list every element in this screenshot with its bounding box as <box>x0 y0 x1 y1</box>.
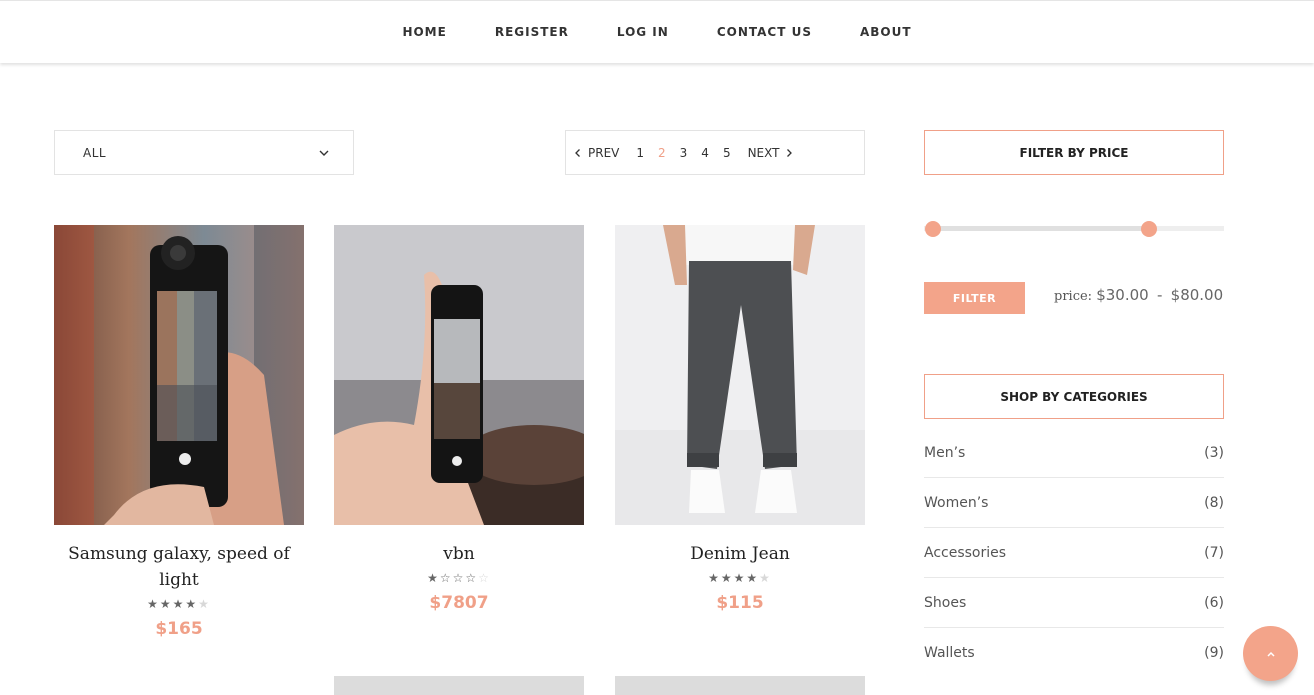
nav-about[interactable]: ABOUT <box>860 25 912 39</box>
chevron-up-icon <box>1266 651 1275 657</box>
price-range-label: price: $30.00 - $80.00 <box>1054 286 1223 304</box>
scroll-to-top-button[interactable] <box>1243 626 1298 681</box>
product-card[interactable]: Denim Jean ★★★★★ $115 <box>615 225 865 613</box>
category-name: Shoes <box>924 594 967 611</box>
product-rating: ★☆☆☆☆ <box>427 571 491 585</box>
product-title[interactable]: Samsung galaxy, speed of light <box>54 541 304 593</box>
pagination-prev-label: PREV <box>588 145 620 160</box>
category-item-womens[interactable]: Women’s (8) <box>924 478 1224 528</box>
nav-register[interactable]: REGISTER <box>495 25 569 39</box>
nav-home[interactable]: HOME <box>402 25 446 39</box>
category-select-value: ALL <box>83 145 107 160</box>
pagination-next-label: NEXT <box>747 145 780 160</box>
slider-selected-range <box>933 226 1149 231</box>
shop-by-categories-heading: SHOP BY CATEGORIES <box>924 374 1224 419</box>
price-prefix: price: <box>1054 289 1093 304</box>
price-min-value: $30.00 <box>1096 286 1149 304</box>
product-price: $115 <box>716 593 764 613</box>
product-image-phone-seaside[interactable] <box>334 225 584 525</box>
pagination-page-4[interactable]: 4 <box>701 146 709 160</box>
product-rating: ★★★★★ <box>147 597 211 611</box>
product-price: $7807 <box>429 593 489 613</box>
pagination-prev[interactable]: PREV <box>574 146 619 160</box>
price-separator: - <box>1156 286 1163 304</box>
category-item-accessories[interactable]: Accessories (7) <box>924 528 1224 578</box>
category-name: Men’s <box>924 444 966 461</box>
category-count: (9) <box>1204 645 1224 661</box>
product-image-placeholder[interactable] <box>334 676 584 695</box>
product-image-placeholder[interactable] <box>615 676 865 695</box>
top-navigation-bar: HOME REGISTER LOG IN CONTACT US ABOUT <box>0 0 1314 63</box>
price-range-slider[interactable] <box>924 221 1224 237</box>
chevron-right-icon <box>787 148 793 157</box>
pagination-next[interactable]: NEXT <box>748 146 794 160</box>
product-title[interactable]: Denim Jean <box>615 541 865 567</box>
category-count: (7) <box>1204 544 1224 561</box>
category-count: (6) <box>1204 594 1224 611</box>
slider-min-handle[interactable] <box>925 221 941 237</box>
product-card[interactable]: Samsung galaxy, speed of light ★★★★★ $16… <box>54 225 304 639</box>
category-list: Men’s (3) Women’s (8) Accessories (7) Sh… <box>924 428 1224 678</box>
category-item-wallets[interactable]: Wallets (9) <box>924 628 1224 678</box>
product-image-phone-camera-street[interactable] <box>54 225 304 525</box>
pagination-page-5[interactable]: 5 <box>723 146 731 160</box>
slider-max-handle[interactable] <box>1141 221 1157 237</box>
category-name: Wallets <box>924 645 975 661</box>
category-count: (8) <box>1204 494 1224 511</box>
main-nav: HOME REGISTER LOG IN CONTACT US ABOUT <box>0 25 1314 39</box>
pagination-page-3[interactable]: 3 <box>680 146 688 160</box>
product-card[interactable]: vbn ★☆☆☆☆ $7807 <box>334 225 584 613</box>
category-name: Women’s <box>924 494 989 511</box>
category-item-mens[interactable]: Men’s (3) <box>924 428 1224 478</box>
price-max-value: $80.00 <box>1170 286 1224 304</box>
product-price: $165 <box>155 619 203 639</box>
filter-button[interactable]: FILTER <box>924 282 1025 314</box>
pagination-page-1[interactable]: 1 <box>636 146 644 160</box>
product-image-denim-jean[interactable] <box>615 225 865 525</box>
category-count: (3) <box>1204 444 1224 461</box>
category-name: Accessories <box>924 544 1007 561</box>
filter-by-price-heading: FILTER BY PRICE <box>924 130 1224 175</box>
category-select[interactable]: ALL <box>54 130 354 175</box>
nav-contact-us[interactable]: CONTACT US <box>717 25 812 39</box>
product-rating: ★★★★★ <box>708 571 772 585</box>
pagination-page-2[interactable]: 2 <box>658 146 666 160</box>
chevron-left-icon <box>575 148 580 157</box>
pagination: PREV 1 2 3 4 5 NEXT <box>565 130 865 175</box>
chevron-down-icon <box>319 150 329 156</box>
nav-login[interactable]: LOG IN <box>617 25 669 39</box>
category-item-shoes[interactable]: Shoes (6) <box>924 578 1224 628</box>
product-title[interactable]: vbn <box>334 541 584 567</box>
